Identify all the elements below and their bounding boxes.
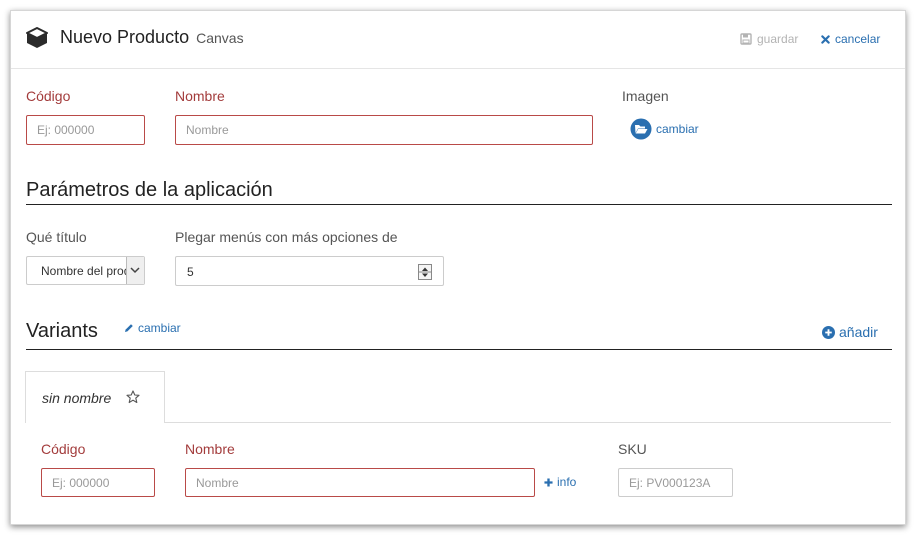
product-code-label: Código: [26, 88, 71, 104]
title-select-label: Qué título: [26, 229, 87, 245]
save-button[interactable]: guardar: [740, 32, 798, 46]
stepper-arrows[interactable]: [418, 264, 432, 280]
star-icon[interactable]: [126, 390, 140, 404]
image-change-button[interactable]: cambiar: [630, 118, 699, 140]
product-name-label: Nombre: [175, 88, 225, 104]
cancel-button-label: cancelar: [835, 32, 881, 46]
folder-open-icon: [630, 118, 652, 140]
variants-section-divider: [26, 349, 892, 350]
cube-icon: [26, 27, 48, 48]
variant-sku-label: SKU: [618, 441, 647, 457]
menus-fold-stepper[interactable]: 5: [175, 256, 444, 286]
variants-section-heading: Variants: [26, 320, 98, 342]
chevron-down-icon: [130, 267, 140, 274]
page-subtitle: Canvas: [196, 30, 244, 46]
add-variant-label: añadir: [839, 324, 878, 340]
product-name-input[interactable]: [175, 115, 593, 145]
variant-name-label: Nombre: [185, 441, 235, 457]
form-header: Nuevo Producto Canvas guardar cancelar: [11, 11, 905, 69]
variant-code-input[interactable]: [41, 468, 155, 497]
variants-change-label: cambiar: [138, 321, 181, 335]
variant-code-label: Código: [41, 441, 86, 457]
variant-info-button[interactable]: info: [544, 475, 576, 489]
variant-sku-input[interactable]: [618, 468, 733, 497]
image-label: Imagen: [622, 88, 669, 104]
menus-fold-value: 5: [187, 265, 194, 279]
page-title: Nuevo Producto Canvas: [60, 27, 244, 48]
close-icon: [821, 34, 830, 44]
params-section-heading: Parámetros de la aplicación: [26, 179, 273, 201]
plus-circle-icon: [822, 325, 835, 339]
variant-name-input[interactable]: [185, 468, 535, 497]
save-button-label: guardar: [757, 32, 799, 46]
title-select[interactable]: Nombre del producto: [26, 256, 145, 285]
page-title-text: Nuevo Producto: [60, 27, 190, 47]
product-code-input[interactable]: [26, 115, 145, 145]
variant-tab-label: sin nombre: [42, 390, 112, 406]
add-variant-button[interactable]: añadir: [822, 324, 878, 340]
product-form-panel: Nuevo Producto Canvas guardar cancelar C…: [10, 10, 906, 525]
variant-info-label: info: [557, 475, 577, 489]
floppy-disk-icon: [740, 33, 752, 45]
variant-tab[interactable]: sin nombre: [25, 371, 165, 423]
tab-bar-border: [164, 422, 891, 423]
stepper-arrows-icon: [419, 267, 431, 277]
menus-fold-label: Plegar menús con más opciones de: [175, 229, 398, 245]
title-select-value: Nombre del producto: [41, 264, 127, 278]
image-change-label: cambiar: [656, 122, 699, 136]
cancel-button[interactable]: cancelar: [821, 32, 880, 46]
params-section-divider: [26, 204, 892, 205]
title-select-arrow[interactable]: [126, 257, 144, 284]
pencil-icon: [125, 324, 133, 332]
plus-icon: [544, 477, 553, 487]
variants-change-button[interactable]: cambiar: [124, 321, 181, 335]
